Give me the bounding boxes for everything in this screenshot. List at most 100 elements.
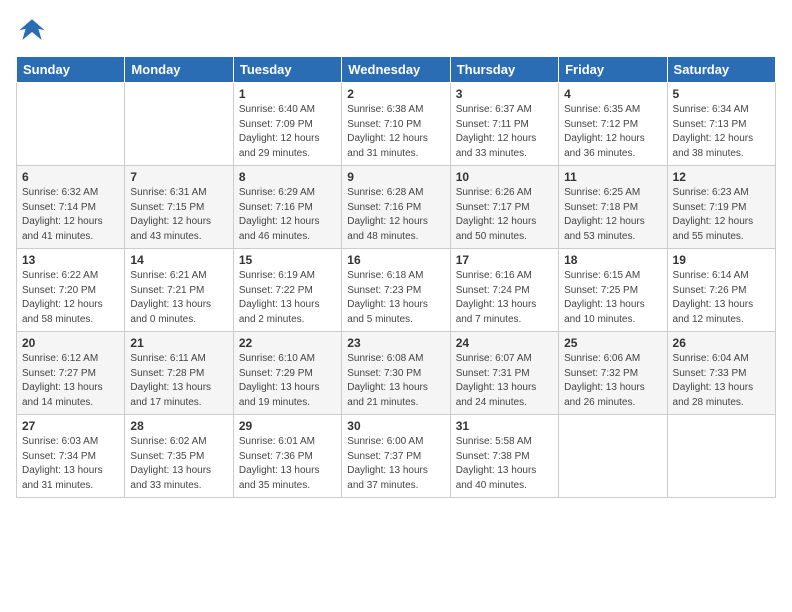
- day-cell: 30Sunrise: 6:00 AM Sunset: 7:37 PM Dayli…: [342, 415, 450, 498]
- column-header-friday: Friday: [559, 57, 667, 83]
- day-number: 23: [347, 336, 444, 350]
- day-cell: 17Sunrise: 6:16 AM Sunset: 7:24 PM Dayli…: [450, 249, 558, 332]
- day-info: Sunrise: 6:04 AM Sunset: 7:33 PM Dayligh…: [673, 352, 770, 410]
- day-info: Sunrise: 6:12 AM Sunset: 7:27 PM Dayligh…: [22, 352, 119, 410]
- day-number: 7: [130, 170, 227, 184]
- day-cell: 11 Sunrise: 6:25 AM Sunset: 7:18 PM Dayli…: [559, 166, 667, 249]
- week-row-5: 27 Sunrise: 6:03 AM Sunset: 7:34 PM Dayli…: [17, 415, 776, 498]
- day-number: 17: [456, 253, 553, 267]
- day-number: 11: [564, 170, 661, 184]
- calendar-header: SundayMondayTuesdayWednesdayThursdayFrid…: [17, 57, 776, 83]
- week-row-1: 1 Sunrise: 6:40 AM Sunset: 7:09 PM Daylig…: [17, 83, 776, 166]
- day-number: 9: [347, 170, 444, 184]
- day-info: Sunrise: 6:23 AM Sunset: 7:19 PM Dayligh…: [673, 186, 770, 244]
- day-cell: 13 Sunrise: 6:22 AM Sunset: 7:20 PM Dayli…: [17, 249, 125, 332]
- calendar-table: SundayMondayTuesdayWednesdayThursdayFrid…: [16, 56, 776, 498]
- day-info: Sunrise: 6:31 AM Sunset: 7:15 PM Dayligh…: [130, 186, 227, 244]
- day-cell: 7 Sunrise: 6:31 AM Sunset: 7:15 PM Daylig…: [125, 166, 233, 249]
- day-number: 12: [673, 170, 770, 184]
- day-number: 16: [347, 253, 444, 267]
- day-number: 3: [456, 87, 553, 101]
- day-number: 19: [673, 253, 770, 267]
- column-header-wednesday: Wednesday: [342, 57, 450, 83]
- day-number: 30: [347, 419, 444, 433]
- day-cell: 21 Sunrise: 6:11 AM Sunset: 7:28 PM Dayli…: [125, 332, 233, 415]
- day-cell: 1 Sunrise: 6:40 AM Sunset: 7:09 PM Daylig…: [233, 83, 341, 166]
- day-cell: 14 Sunrise: 6:21 AM Sunset: 7:21 PM Dayli…: [125, 249, 233, 332]
- day-number: 8: [239, 170, 336, 184]
- day-number: 31: [456, 419, 553, 433]
- day-number: 26: [673, 336, 770, 350]
- day-cell: 26 Sunrise: 6:04 AM Sunset: 7:33 PM Dayli…: [667, 332, 775, 415]
- day-number: 18: [564, 253, 661, 267]
- day-cell: 10 Sunrise: 6:26 AM Sunset: 7:17 PM Dayli…: [450, 166, 558, 249]
- day-info: Sunrise: 6:18 AM Sunset: 7:23 PM Dayligh…: [347, 269, 444, 327]
- day-cell: 8 Sunrise: 6:29 AM Sunset: 7:16 PM Daylig…: [233, 166, 341, 249]
- column-header-sunday: Sunday: [17, 57, 125, 83]
- day-cell: [125, 83, 233, 166]
- day-info: Sunrise: 6:25 AM Sunset: 7:18 PM Dayligh…: [564, 186, 661, 244]
- day-cell: 15Sunrise: 6:19 AM Sunset: 7:22 PM Dayli…: [233, 249, 341, 332]
- day-cell: 29Sunrise: 6:01 AM Sunset: 7:36 PM Dayli…: [233, 415, 341, 498]
- day-info: Sunrise: 6:34 AM Sunset: 7:13 PM Dayligh…: [673, 103, 770, 161]
- day-info: Sunrise: 6:26 AM Sunset: 7:17 PM Dayligh…: [456, 186, 553, 244]
- day-info: Sunrise: 6:15 AM Sunset: 7:25 PM Dayligh…: [564, 269, 661, 327]
- day-number: 4: [564, 87, 661, 101]
- day-info: Sunrise: 6:14 AM Sunset: 7:26 PM Dayligh…: [673, 269, 770, 327]
- calendar-body: 1 Sunrise: 6:40 AM Sunset: 7:09 PM Daylig…: [17, 83, 776, 498]
- day-info: Sunrise: 6:29 AM Sunset: 7:16 PM Dayligh…: [239, 186, 336, 244]
- logo: [16, 16, 52, 48]
- day-info: Sunrise: 6:37 AM Sunset: 7:11 PM Dayligh…: [456, 103, 553, 161]
- day-number: 14: [130, 253, 227, 267]
- day-info: Sunrise: 6:10 AM Sunset: 7:29 PM Dayligh…: [239, 352, 336, 410]
- column-header-monday: Monday: [125, 57, 233, 83]
- day-number: 13: [22, 253, 119, 267]
- day-number: 25: [564, 336, 661, 350]
- day-info: Sunrise: 6:07 AM Sunset: 7:31 PM Dayligh…: [456, 352, 553, 410]
- day-cell: 2 Sunrise: 6:38 AM Sunset: 7:10 PM Daylig…: [342, 83, 450, 166]
- day-info: Sunrise: 6:11 AM Sunset: 7:28 PM Dayligh…: [130, 352, 227, 410]
- day-cell: [17, 83, 125, 166]
- day-cell: [559, 415, 667, 498]
- column-header-thursday: Thursday: [450, 57, 558, 83]
- day-number: 28: [130, 419, 227, 433]
- day-cell: 23Sunrise: 6:08 AM Sunset: 7:30 PM Dayli…: [342, 332, 450, 415]
- day-cell: 6Sunrise: 6:32 AM Sunset: 7:14 PM Daylig…: [17, 166, 125, 249]
- day-info: Sunrise: 6:21 AM Sunset: 7:21 PM Dayligh…: [130, 269, 227, 327]
- day-cell: 19 Sunrise: 6:14 AM Sunset: 7:26 PM Dayli…: [667, 249, 775, 332]
- day-number: 6: [22, 170, 119, 184]
- day-info: Sunrise: 6:38 AM Sunset: 7:10 PM Dayligh…: [347, 103, 444, 161]
- day-cell: 20Sunrise: 6:12 AM Sunset: 7:27 PM Dayli…: [17, 332, 125, 415]
- day-number: 27: [22, 419, 119, 433]
- day-number: 21: [130, 336, 227, 350]
- day-info: Sunrise: 6:40 AM Sunset: 7:09 PM Dayligh…: [239, 103, 336, 161]
- column-header-saturday: Saturday: [667, 57, 775, 83]
- day-number: 2: [347, 87, 444, 101]
- week-row-2: 6Sunrise: 6:32 AM Sunset: 7:14 PM Daylig…: [17, 166, 776, 249]
- day-info: Sunrise: 6:06 AM Sunset: 7:32 PM Dayligh…: [564, 352, 661, 410]
- day-cell: 18 Sunrise: 6:15 AM Sunset: 7:25 PM Dayli…: [559, 249, 667, 332]
- day-number: 15: [239, 253, 336, 267]
- day-cell: 3 Sunrise: 6:37 AM Sunset: 7:11 PM Daylig…: [450, 83, 558, 166]
- day-cell: 31Sunrise: 5:58 AM Sunset: 7:38 PM Dayli…: [450, 415, 558, 498]
- day-info: Sunrise: 6:03 AM Sunset: 7:34 PM Dayligh…: [22, 435, 119, 493]
- day-number: 1: [239, 87, 336, 101]
- day-cell: 12 Sunrise: 6:23 AM Sunset: 7:19 PM Dayli…: [667, 166, 775, 249]
- day-info: Sunrise: 6:35 AM Sunset: 7:12 PM Dayligh…: [564, 103, 661, 161]
- day-number: 5: [673, 87, 770, 101]
- page-header: [16, 16, 776, 48]
- day-cell: 28Sunrise: 6:02 AM Sunset: 7:35 PM Dayli…: [125, 415, 233, 498]
- week-row-4: 20Sunrise: 6:12 AM Sunset: 7:27 PM Dayli…: [17, 332, 776, 415]
- day-cell: 24 Sunrise: 6:07 AM Sunset: 7:31 PM Dayli…: [450, 332, 558, 415]
- day-number: 29: [239, 419, 336, 433]
- day-cell: 22Sunrise: 6:10 AM Sunset: 7:29 PM Dayli…: [233, 332, 341, 415]
- day-cell: 4 Sunrise: 6:35 AM Sunset: 7:12 PM Daylig…: [559, 83, 667, 166]
- day-number: 24: [456, 336, 553, 350]
- day-info: Sunrise: 6:22 AM Sunset: 7:20 PM Dayligh…: [22, 269, 119, 327]
- day-info: Sunrise: 6:28 AM Sunset: 7:16 PM Dayligh…: [347, 186, 444, 244]
- logo-icon: [16, 16, 48, 48]
- day-cell: 5 Sunrise: 6:34 AM Sunset: 7:13 PM Daylig…: [667, 83, 775, 166]
- day-number: 10: [456, 170, 553, 184]
- day-cell: 27 Sunrise: 6:03 AM Sunset: 7:34 PM Dayli…: [17, 415, 125, 498]
- day-cell: 16 Sunrise: 6:18 AM Sunset: 7:23 PM Dayli…: [342, 249, 450, 332]
